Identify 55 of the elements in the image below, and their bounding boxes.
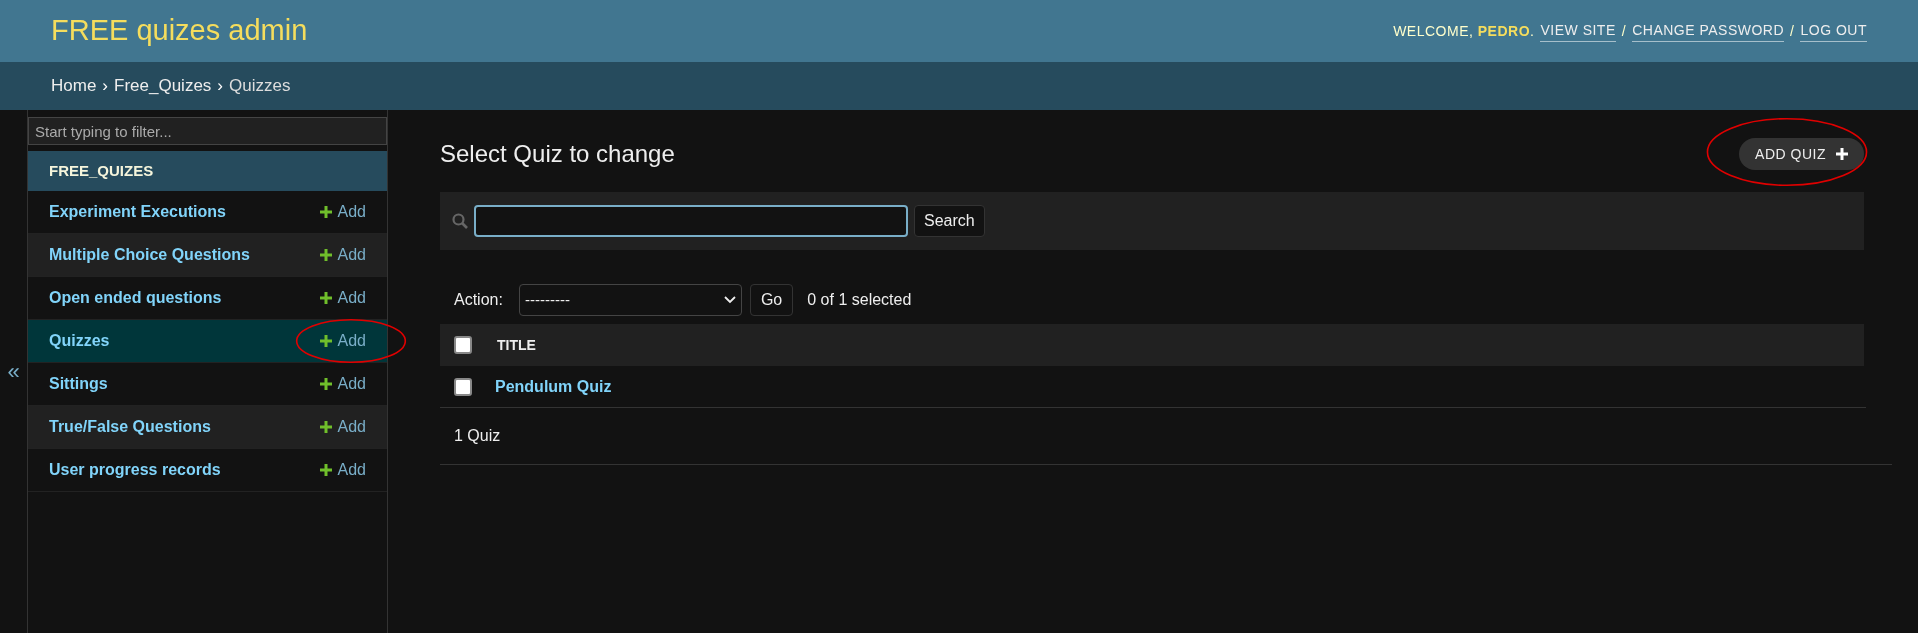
search-icon bbox=[452, 213, 468, 229]
model-row[interactable]: Quizzes Add bbox=[28, 320, 387, 363]
add-quiz-button[interactable]: ADD QUIZ bbox=[1739, 138, 1864, 170]
column-header[interactable]: TITLE bbox=[497, 334, 536, 356]
add-link[interactable]: Add bbox=[319, 243, 366, 267]
plus-icon bbox=[1836, 148, 1848, 160]
plus-icon bbox=[319, 292, 332, 304]
breadcrumb-separator: › bbox=[102, 75, 109, 98]
add-link[interactable]: Add bbox=[319, 286, 366, 310]
site-title[interactable]: FREE quizes admin bbox=[51, 9, 308, 53]
breadcrumb-separator: › bbox=[217, 75, 224, 98]
chevron-down-icon bbox=[723, 296, 736, 304]
breadcrumb-link[interactable]: Quizzes bbox=[229, 73, 291, 99]
model-link[interactable]: Quizzes bbox=[49, 329, 110, 353]
model-link[interactable]: User progress records bbox=[49, 458, 221, 482]
separator: / bbox=[1621, 21, 1627, 41]
filter-field[interactable]: Start typing to filter... bbox=[28, 117, 387, 145]
collapse-button[interactable]: « bbox=[7, 355, 20, 388]
select-value: --------- bbox=[524, 289, 570, 310]
model-row[interactable]: True/False Questions Add bbox=[28, 406, 387, 449]
model-link[interactable]: Multiple Choice Questions bbox=[49, 243, 250, 267]
header-link[interactable]: VIEW SITE bbox=[1540, 20, 1616, 42]
plus-icon bbox=[319, 335, 332, 347]
plus-icon bbox=[319, 421, 332, 433]
selection-count: 0 of 1 selected bbox=[807, 290, 912, 310]
checkbox[interactable] bbox=[454, 377, 472, 396]
add-link[interactable]: Add bbox=[319, 458, 366, 482]
breadcrumb-link[interactable]: Free_Quizes bbox=[114, 73, 212, 99]
search-button[interactable]: Search bbox=[914, 205, 985, 237]
row-link[interactable]: Pendulum Quiz bbox=[495, 374, 612, 399]
plus-icon bbox=[319, 249, 332, 261]
page-title: Select Quiz to change bbox=[440, 139, 675, 169]
breadcrumb-link[interactable]: Home bbox=[51, 73, 97, 99]
model-link[interactable]: Open ended questions bbox=[49, 286, 222, 310]
go-button[interactable]: Go bbox=[749, 284, 794, 316]
plus-icon bbox=[319, 464, 332, 476]
add-link[interactable]: Add bbox=[319, 415, 366, 439]
header-link[interactable]: LOG OUT bbox=[1800, 20, 1867, 42]
model-link[interactable]: Sittings bbox=[49, 372, 108, 396]
checkbox[interactable] bbox=[454, 336, 472, 354]
plus-icon bbox=[319, 206, 332, 218]
app-header[interactable]: FREE_QUIZES bbox=[28, 151, 387, 191]
separator: / bbox=[1790, 21, 1795, 41]
add-link[interactable]: Add bbox=[319, 372, 366, 396]
welcome-text: WELCOME, PEDRO. bbox=[1393, 21, 1535, 41]
action-select[interactable]: --------- bbox=[518, 284, 742, 316]
add-link[interactable]: Add bbox=[319, 200, 366, 224]
model-link[interactable]: True/False Questions bbox=[49, 415, 211, 439]
model-row[interactable]: Multiple Choice Questions Add bbox=[28, 234, 387, 277]
header-link[interactable]: CHANGE PASSWORD bbox=[1632, 20, 1785, 42]
model-link[interactable]: Experiment Executions bbox=[49, 200, 226, 224]
action-label: Action: bbox=[454, 290, 503, 310]
search-field[interactable] bbox=[474, 205, 908, 237]
result-count: 1 Quiz bbox=[454, 426, 501, 446]
plus-icon bbox=[319, 378, 332, 390]
